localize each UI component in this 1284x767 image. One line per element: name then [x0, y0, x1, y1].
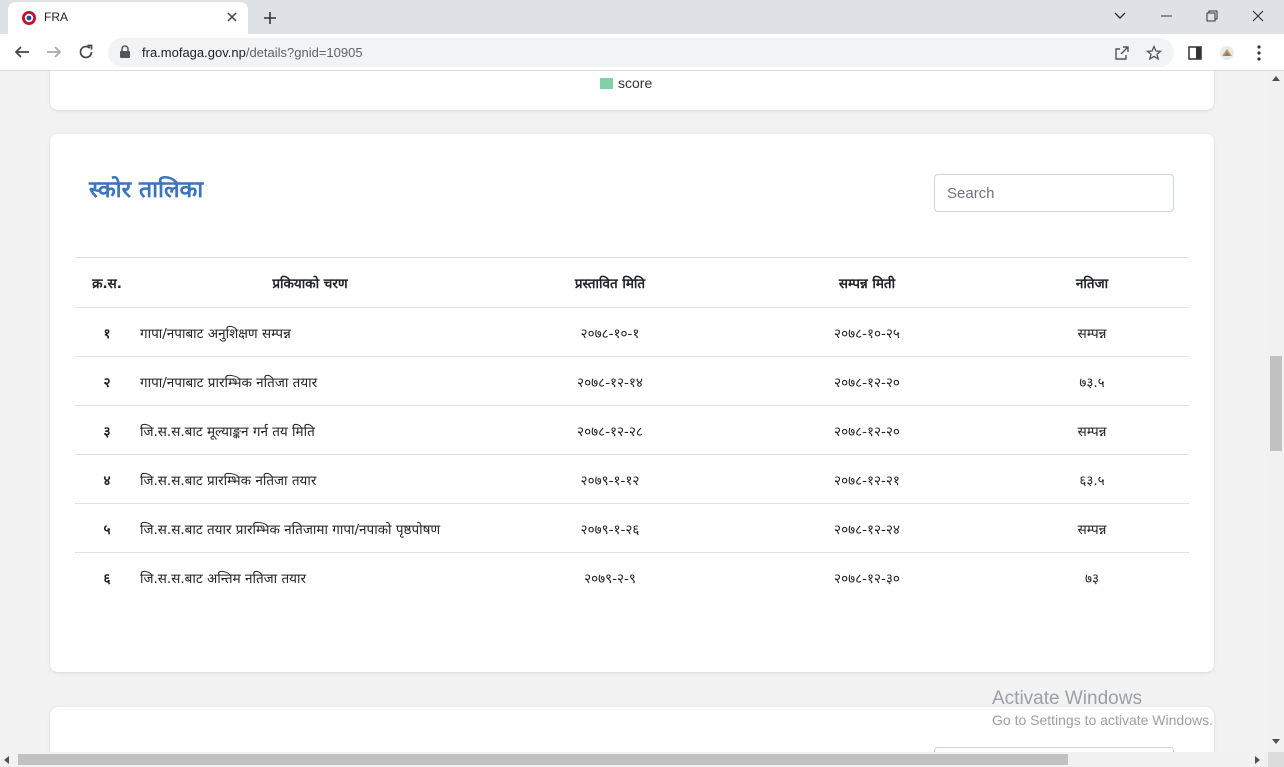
cell-result: ७३	[1084, 571, 1100, 587]
legend-swatch	[600, 77, 613, 89]
cell-completed-date: २०७८-१२-२०	[739, 356, 995, 406]
score-table-card: स्कोर तालिका क्र.स. प्रकियाको चरण प्रस्त…	[50, 134, 1214, 672]
url-domain: fra.mofaga.gov.np	[142, 45, 246, 60]
cell-proposed-date: २०७९-१-१२	[481, 454, 739, 504]
minimize-window-icon[interactable]	[1143, 2, 1189, 30]
cell-stage: गापा/नपाबाट अनुशिक्षण सम्पन्न	[139, 307, 481, 357]
cell-stage: जि.स.स.बाट मूल्याङ्कन गर्न तय मिति	[139, 405, 481, 455]
url-text: fra.mofaga.gov.np/details?gnid=10905	[142, 45, 363, 60]
horizontal-scroll-thumb[interactable]	[18, 754, 1068, 765]
extension-icon[interactable]	[1216, 42, 1238, 64]
cell-completed-date: २०७८-१२-२४	[739, 503, 995, 553]
restore-window-icon[interactable]	[1189, 2, 1235, 30]
table-row: १ गापा/नपाबाट अनुशिक्षण सम्पन्न २०७८-१०-…	[75, 307, 1189, 357]
cell-result: ६३.५	[995, 454, 1189, 504]
chart-card: score	[50, 71, 1214, 110]
table-row: २ गापा/नपाबाट प्रारम्भिक नतिजा तयार २०७८…	[75, 356, 1189, 406]
horizontal-scrollbar[interactable]	[0, 752, 1268, 767]
cell-proposed-date: २०७८-१०-१	[481, 307, 739, 357]
side-panel-icon[interactable]	[1184, 42, 1206, 64]
header-sn[interactable]: क्र.स.	[75, 257, 139, 308]
watermark-title: Activate Windows	[992, 688, 1142, 709]
table-row: ३ जि.स.स.बाट मूल्याङ्कन गर्न तय मिति २०७…	[75, 405, 1189, 455]
bookmark-star-icon[interactable]	[1144, 43, 1164, 63]
cell-completed-date: २०७८-१०-२५	[739, 307, 995, 357]
table-header-row: क्र.स. प्रकियाको चरण प्रस्तावित मिति सम्…	[75, 257, 1189, 308]
url-path: /details?gnid=10905	[245, 45, 363, 60]
table-row: ६ जि.स.स.बाट अन्तिम नतिजा तयार २०७९-२-९ …	[75, 553, 1189, 602]
table-row: ४ जि.स.स.बाट प्रारम्भिक नतिजा तयार २०७९-…	[75, 454, 1189, 504]
cell-stage: जि.स.स.बाट तयार प्रारम्भिक नतिजामा गापा/…	[139, 503, 481, 553]
back-arrow-icon[interactable]	[8, 38, 36, 66]
share-icon[interactable]	[1112, 43, 1132, 63]
tab-search-chevron-icon[interactable]	[1097, 2, 1143, 30]
scrollbar-corner	[1268, 752, 1284, 767]
cell-completed-date: २०७८-१२-३०	[834, 571, 900, 587]
new-tab-icon[interactable]	[258, 6, 282, 30]
legend-label: score	[618, 75, 653, 91]
cell-completed-date: २०७८-१२-२०	[739, 405, 995, 455]
cell-stage: गापा/नपाबाट प्रारम्भिक नतिजा तयार	[139, 356, 481, 406]
chart-legend[interactable]: score	[600, 75, 652, 91]
scroll-left-arrow-icon[interactable]	[4, 756, 9, 764]
nepal-emblem-favicon-icon	[22, 11, 36, 25]
reload-icon[interactable]	[72, 38, 100, 66]
lock-icon	[120, 45, 130, 58]
score-table: क्र.स. प्रकियाको चरण प्रस्तावित मिति सम्…	[75, 257, 1189, 601]
cell-sn: ४	[75, 454, 139, 504]
cell-stage: जि.स.स.बाट प्रारम्भिक नतिजा तयार	[139, 454, 481, 504]
cell-result: सम्पन्न	[995, 405, 1189, 455]
header-proposed-date[interactable]: प्रस्तावित मिति	[481, 257, 739, 308]
close-window-icon[interactable]	[1235, 2, 1281, 30]
browser-toolbar: fra.mofaga.gov.np/details?gnid=10905	[0, 34, 1284, 71]
browser-menu-icon[interactable]	[1248, 42, 1270, 64]
header-completed-date[interactable]: सम्पन्न मिती	[739, 257, 995, 308]
cell-proposed-date: २०७९-१-२६	[481, 503, 739, 553]
close-tab-icon[interactable]	[223, 8, 241, 26]
vertical-scrollbar[interactable]	[1268, 71, 1284, 752]
cell-proposed-date: २०७८-१२-२८	[481, 405, 739, 455]
table-row: ५ जि.स.स.बाट तयार प्रारम्भिक नतिजामा गाप…	[75, 503, 1189, 553]
cell-stage: जि.स.स.बाट अन्तिम नतिजा तयार	[140, 571, 306, 587]
windows-activation-watermark: Activate Windows Go to Settings to activ…	[992, 688, 1213, 728]
cell-result: सम्पन्न	[995, 307, 1189, 357]
tab-title: FRA	[44, 10, 68, 24]
header-result[interactable]: नतिजा	[995, 257, 1189, 308]
cell-sn: ६	[103, 571, 111, 587]
browser-tab[interactable]: FRA	[8, 2, 248, 34]
vertical-scroll-thumb[interactable]	[1270, 356, 1282, 451]
cell-proposed-date: २०७८-१२-१४	[481, 356, 739, 406]
cell-result: सम्पन्न	[995, 503, 1189, 553]
cell-result: ७३.५	[995, 356, 1189, 406]
cell-sn: ३	[75, 405, 139, 455]
cell-proposed-date: २०७९-२-९	[584, 571, 636, 587]
scroll-down-arrow-icon[interactable]	[1272, 739, 1280, 744]
scroll-right-arrow-icon[interactable]	[1255, 756, 1260, 764]
search-input[interactable]	[934, 174, 1174, 212]
address-bar[interactable]: fra.mofaga.gov.np/details?gnid=10905	[108, 38, 1174, 67]
forward-arrow-icon[interactable]	[40, 38, 68, 66]
page-viewport: score स्कोर तालिका क्र.स. प्रकियाको चरण …	[0, 71, 1268, 752]
header-stage[interactable]: प्रकियाको चरण	[139, 257, 481, 308]
cell-completed-date: २०७८-१२-२१	[739, 454, 995, 504]
scroll-up-arrow-icon[interactable]	[1272, 76, 1280, 81]
watermark-subtitle: Go to Settings to activate Windows.	[992, 712, 1213, 728]
cell-sn: १	[75, 307, 139, 357]
tab-strip: FRA	[0, 0, 1284, 34]
cell-sn: २	[75, 356, 139, 406]
cell-sn: ५	[75, 503, 139, 553]
score-table-title: स्कोर तालिका	[89, 177, 204, 203]
